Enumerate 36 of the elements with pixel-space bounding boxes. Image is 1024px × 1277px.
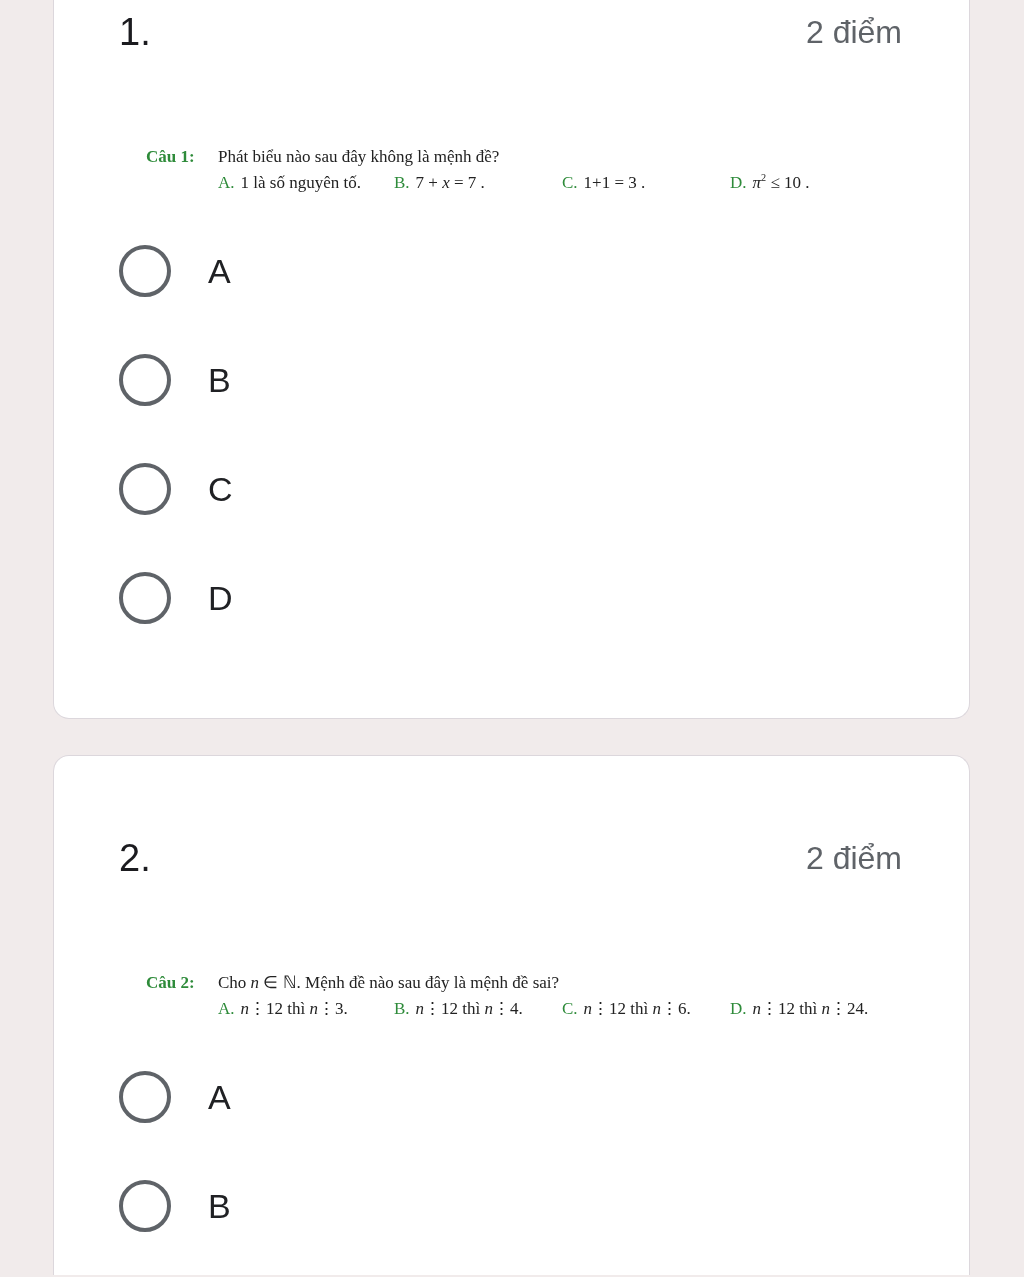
choice-label[interactable]: D <box>208 577 233 618</box>
choice-label[interactable]: C <box>208 468 233 509</box>
option-letter: D. <box>730 172 747 194</box>
points-label: 2 điểm <box>805 13 902 52</box>
option-letter: B. <box>394 998 410 1020</box>
radio-button[interactable] <box>119 571 171 624</box>
question-number: 1. <box>119 12 151 52</box>
radio-button[interactable] <box>119 1070 171 1123</box>
option-letter: B. <box>394 172 410 194</box>
option-text: n⋮12 thì n⋮6. <box>583 998 691 1020</box>
question-label: Câu 1: <box>146 146 196 168</box>
option-text: n⋮12 thì n⋮24. <box>752 998 869 1020</box>
choice-label[interactable]: B <box>208 1185 231 1226</box>
choice-label[interactable]: A <box>208 250 231 291</box>
question-text: Cho n ∈ ℕ. Mệnh đề nào sau đây là mệnh đề sai? <box>218 972 561 994</box>
option-text: π$^{2}$ ≤ 10 . <box>752 171 810 194</box>
radio-button[interactable] <box>119 353 171 406</box>
question-number: 2. <box>119 838 151 878</box>
choice-label[interactable]: A <box>208 1076 231 1117</box>
radio-button[interactable] <box>119 244 171 297</box>
option-text: 7 + x = 7 . <box>415 172 485 194</box>
option-letter: A. <box>218 998 235 1020</box>
option-letter: C. <box>562 998 578 1020</box>
option-text: n⋮12 thì n⋮4. <box>415 998 523 1020</box>
points-label: 2 điểm <box>805 839 902 878</box>
question-label: Câu 2: <box>146 972 196 994</box>
radio-button[interactable] <box>119 462 171 515</box>
option-text: n⋮12 thì n⋮3. <box>240 998 348 1020</box>
option-letter: D. <box>730 998 747 1020</box>
option-text: 1+1 = 3 . <box>583 172 646 194</box>
option-text: 1 là số nguyên tố. <box>240 172 361 194</box>
question-text: Phát biểu nào sau đây không là mệnh đề? <box>218 146 501 168</box>
choice-label[interactable]: B <box>208 359 231 400</box>
option-letter: A. <box>218 172 235 194</box>
radio-button[interactable] <box>119 1179 171 1232</box>
option-letter: C. <box>562 172 578 194</box>
